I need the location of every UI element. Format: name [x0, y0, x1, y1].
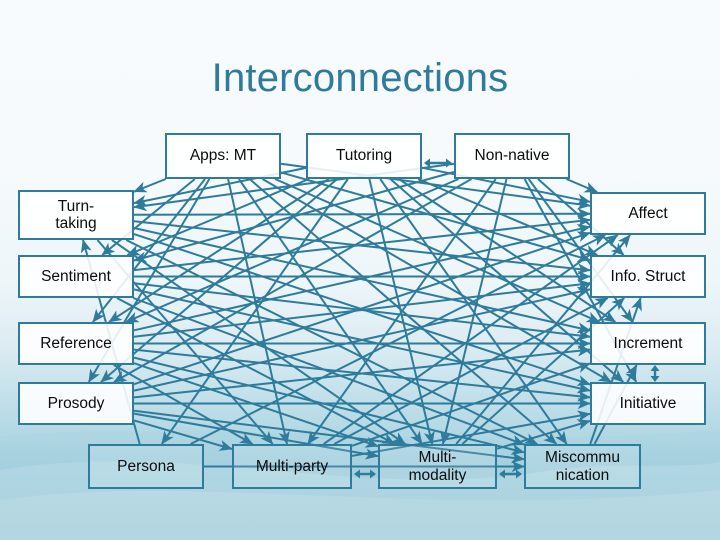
- node-miscomm[interactable]: Miscommu nication: [524, 444, 641, 489]
- node-label-multiparty: Multi-party: [255, 457, 329, 475]
- edge-turntaking-to-affect: [133, 208, 591, 220]
- edge-sentiment-to-multimodal: [116, 297, 396, 445]
- edge-apps_mt-to-multimodal: [238, 178, 423, 445]
- pair-arrow-multimodal-miscomm: [499, 469, 522, 479]
- node-initiative[interactable]: Initiative: [590, 382, 706, 425]
- edge-reference-to-miscomm: [133, 356, 525, 455]
- node-turntaking[interactable]: Turn-taking: [18, 190, 134, 240]
- node-label-tutoring: Tutoring: [335, 147, 393, 165]
- slide-title: Interconnections: [211, 56, 509, 100]
- edge-tutoring-to-reference: [108, 178, 330, 323]
- edge-nonnative-to-prosody: [113, 178, 472, 383]
- edge-sentiment-to-initiative: [133, 288, 591, 394]
- edge-tutoring-to-multimodal: [368, 178, 435, 445]
- edge-nonnative-to-affect: [566, 178, 598, 193]
- node-label-initiative: Initiative: [619, 394, 677, 412]
- edge-sentiment-to-affect: [133, 215, 591, 272]
- edge-apps_mt-to-increment: [274, 178, 601, 323]
- edge-sentiment-to-increment: [133, 282, 591, 341]
- node-label-turntaking: Turn-taking: [55, 197, 97, 232]
- edge-nonnative-to-multimodal: [440, 178, 508, 445]
- edge-multiparty-to-increment: [351, 362, 591, 447]
- edge-persona-to-affect: [190, 234, 607, 445]
- node-label-info_struct: Info. Struct: [610, 267, 686, 285]
- pair-arrow-tutoring-nonnative: [424, 158, 452, 168]
- edge-nonnative-to-reference: [125, 178, 459, 323]
- node-label-persona: Persona: [117, 457, 175, 475]
- node-info_struct[interactable]: Info. Struct: [590, 255, 706, 298]
- node-multiparty[interactable]: Multi-party: [232, 444, 352, 489]
- edge-sentiment-to-miscomm: [132, 297, 525, 446]
- edge-apps_mt-to-miscomm: [248, 178, 558, 445]
- node-tutoring[interactable]: Tutoring: [306, 133, 422, 179]
- edge-reference-to-multiparty: [113, 364, 254, 445]
- edge-nonnative-to-multiparty: [307, 178, 497, 445]
- edge-reference-to-multimodal: [133, 362, 379, 448]
- node-label-affect: Affect: [628, 204, 668, 222]
- node-apps_mt[interactable]: Apps: MT: [165, 133, 281, 179]
- pair-arrow-increment-initiative: [650, 365, 660, 382]
- edge-tutoring-to-info_struct: [417, 178, 599, 256]
- edge-tutoring-to-sentiment: [126, 178, 310, 256]
- edge-tutoring-to-initiative: [389, 178, 624, 383]
- edge-prosody-to-info_struct: [133, 286, 591, 392]
- node-reference[interactable]: Reference: [18, 322, 134, 365]
- node-label-prosody: Prosody: [47, 394, 105, 412]
- edge-multiparty-to-info_struct: [333, 297, 609, 445]
- node-label-apps_mt: Apps: MT: [189, 147, 257, 165]
- node-label-sentiment: Sentiment: [41, 267, 111, 285]
- edge-apps_mt-to-turntaking: [133, 178, 167, 193]
- node-label-nonnative: Non-native: [474, 147, 550, 165]
- edge-turntaking-to-initiative: [133, 233, 591, 386]
- node-increment[interactable]: Increment: [590, 322, 706, 365]
- edge-turntaking-to-multimodal: [111, 239, 406, 445]
- node-label-multimodal: Multi-modality: [408, 449, 467, 484]
- edge-reference-to-affect: [133, 223, 591, 332]
- edge-turntaking-to-miscomm: [125, 239, 538, 445]
- edge-tutoring-to-persona: [160, 178, 349, 445]
- node-label-miscomm: Miscommu nication: [545, 449, 620, 484]
- edge-reference-to-initiative: [133, 348, 591, 402]
- node-prosody[interactable]: Prosody: [18, 382, 134, 425]
- edge-tutoring-to-increment: [398, 178, 617, 323]
- edge-turntaking-to-increment: [133, 227, 591, 334]
- edge-tutoring-to-prosody: [100, 178, 338, 383]
- edge-prosody-to-increment: [133, 345, 591, 399]
- edge-apps_mt-to-initiative: [261, 178, 612, 383]
- edge-reference-to-info_struct: [133, 279, 591, 338]
- edge-turntaking-to-info_struct: [133, 220, 591, 275]
- pair-arrow-multiparty-multimodal: [354, 469, 376, 479]
- edge-multiparty-to-affect: [323, 234, 619, 445]
- node-multimodal[interactable]: Multi-modality: [378, 444, 497, 489]
- node-label-increment: Increment: [613, 334, 683, 352]
- edge-nonnative-to-sentiment: [133, 171, 455, 263]
- node-affect[interactable]: Affect: [590, 192, 706, 235]
- edge-prosody-to-affect: [133, 231, 591, 386]
- edge-apps_mt-to-multiparty: [227, 178, 290, 445]
- edge-tutoring-to-miscomm: [379, 178, 568, 445]
- node-sentiment[interactable]: Sentiment: [18, 255, 134, 298]
- slide-canvas: Interconnections Apps: MT Tutoring Non-nat…: [0, 0, 720, 540]
- node-persona[interactable]: Persona: [88, 444, 204, 489]
- node-nonnative[interactable]: Non-native: [454, 133, 570, 179]
- node-label-reference: Reference: [40, 334, 112, 352]
- edge-apps_mt-to-info_struct: [280, 171, 591, 263]
